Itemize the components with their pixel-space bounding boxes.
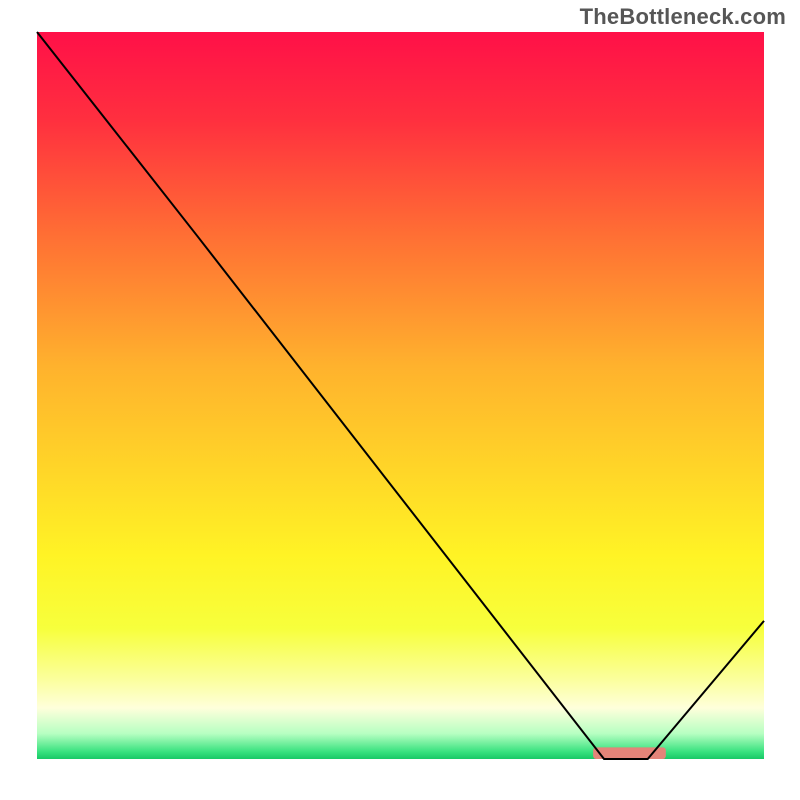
chart-canvas: TheBottleneck.com — [0, 0, 800, 800]
chart-svg — [0, 0, 800, 800]
plot-background — [37, 32, 764, 759]
